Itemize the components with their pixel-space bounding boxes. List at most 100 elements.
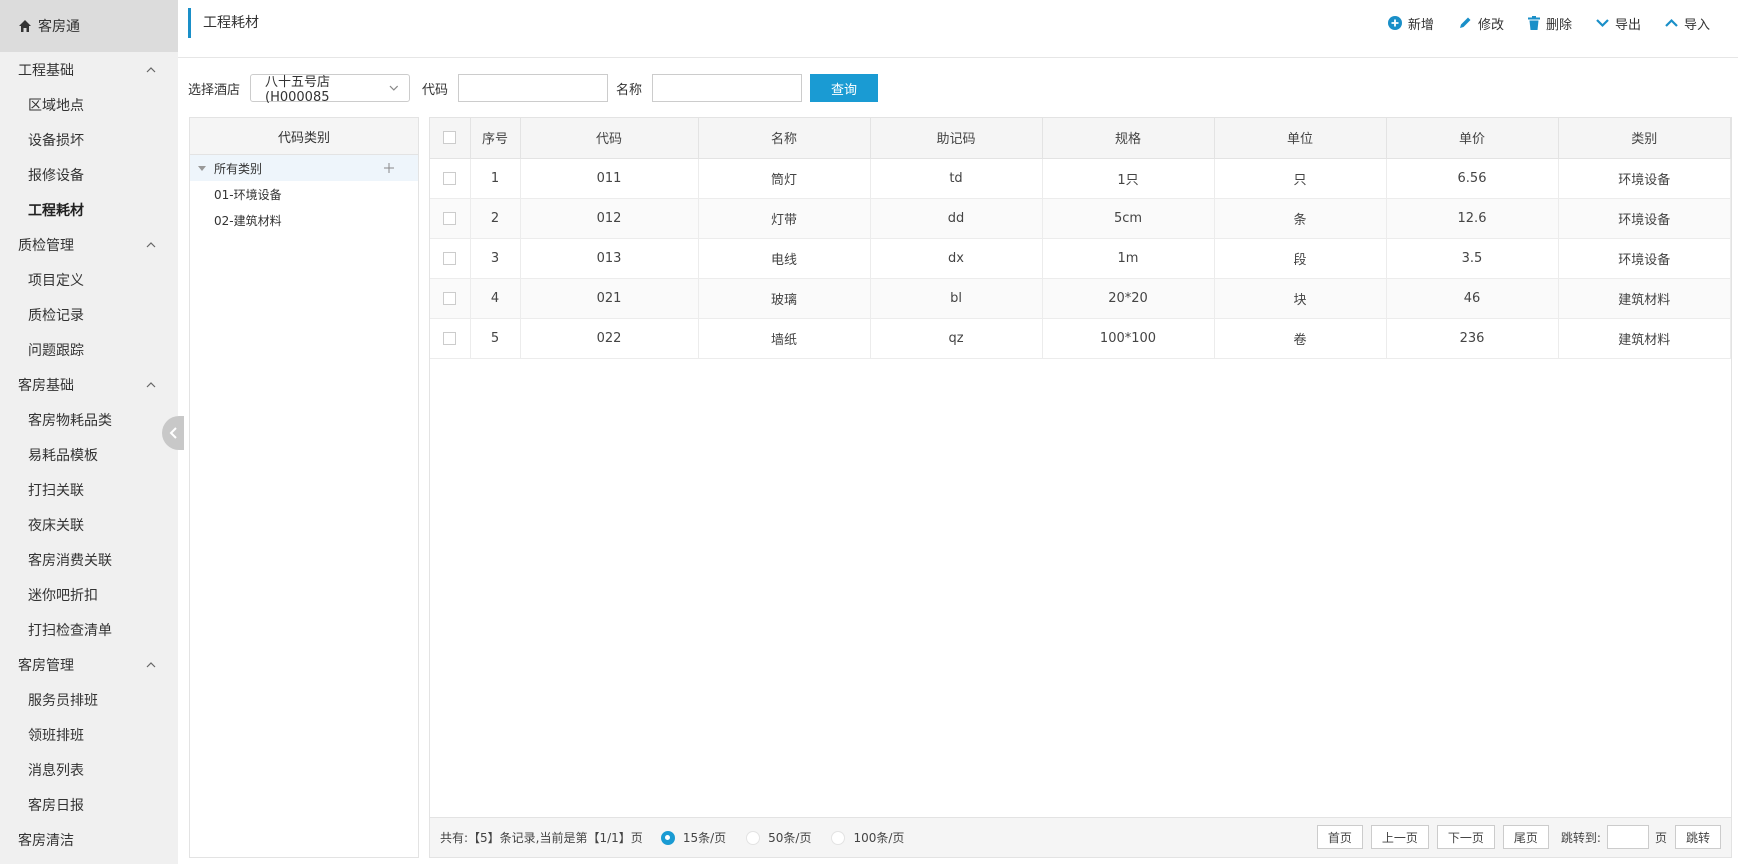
chevron-up-icon[interactable] — [146, 660, 156, 670]
brand[interactable]: 客房通 — [0, 0, 178, 52]
table-cell: 013 — [520, 238, 699, 279]
table-row[interactable]: 4 021 玻璃 bl 20*20 块 46 建筑材料 — [430, 278, 1731, 319]
table-row[interactable]: 3 013 电线 dx 1m 段 3.5 环境设备 — [430, 238, 1731, 279]
page-size-label: 15条/页 — [682, 831, 727, 845]
select-all-checkbox[interactable] — [443, 131, 457, 145]
edit-label: 修改 — [1477, 17, 1504, 33]
last-page-button[interactable]: 尾页 — [1502, 825, 1549, 849]
table-cell: 墙纸 — [698, 318, 871, 359]
sidebar-item[interactable]: 客房日报 — [0, 787, 178, 822]
sidebar-item[interactable]: 质检记录 — [0, 297, 178, 332]
sidebar-item[interactable]: 区域地点 — [0, 87, 178, 122]
tree-node[interactable]: 01-环境设备 — [190, 181, 418, 207]
column-header[interactable]: 规格 — [1042, 118, 1215, 159]
row-checkbox[interactable] — [443, 331, 457, 345]
sidebar-item[interactable]: 打扫关联 — [0, 472, 178, 507]
row-select-cell[interactable] — [430, 158, 471, 199]
hotel-select[interactable]: 八十五号店(H000085 — [250, 74, 411, 105]
pagination-bar: 共有:【5】条记录,当前是第【1/1】页 15条/页 50条/页 100条/页 首页… — [430, 817, 1731, 857]
row-select-cell[interactable] — [430, 278, 471, 319]
chevron-up-icon[interactable] — [146, 65, 156, 75]
table-row[interactable]: 1 011 筒灯 td 1只只 6.56 环境设备 — [430, 158, 1731, 199]
row-select-cell[interactable] — [430, 318, 471, 359]
row-checkbox[interactable] — [443, 291, 457, 305]
query-button[interactable]: 查询 — [810, 74, 879, 102]
column-header[interactable]: 名称 — [698, 118, 871, 159]
sidebar-item[interactable]: 设备损坏 — [0, 122, 178, 157]
sidebar-item[interactable]: 工程耗材 — [0, 192, 178, 227]
row-select-cell[interactable] — [430, 238, 471, 279]
radio-dot[interactable] — [831, 830, 846, 845]
home-icon — [19, 20, 31, 32]
table-cell: 12.6 — [1386, 198, 1559, 239]
caret-down-icon[interactable] — [198, 165, 206, 171]
table-cell: dd — [870, 198, 1043, 239]
next-page-button[interactable]: 下一页 — [1436, 825, 1495, 849]
name-input[interactable] — [652, 74, 803, 102]
sidebar-group[interactable]: 质检管理 — [0, 227, 178, 262]
sidebar-item[interactable]: 领班排班 — [0, 717, 178, 752]
column-header[interactable]: 单位 — [1214, 118, 1387, 159]
sidebar-item[interactable]: 客房消费关联 — [0, 542, 178, 577]
jump-page-input[interactable] — [1606, 825, 1649, 849]
tree-node-root[interactable]: 所有类别 — [190, 155, 418, 181]
edit-button[interactable]: 修改 — [1458, 10, 1504, 36]
sidebar-group[interactable]: 客房基础 — [0, 367, 178, 402]
tree-root-label: 所有类别 — [214, 161, 263, 176]
row-checkbox[interactable] — [443, 171, 457, 185]
export-label: 导出 — [1614, 17, 1641, 33]
sidebar-item[interactable]: 夜床关联 — [0, 507, 178, 542]
sidebar-item[interactable]: 迷你吧折扣 — [0, 577, 178, 612]
page-size-label: 50条/页 — [768, 831, 812, 845]
table-cell: 4 — [470, 278, 521, 319]
add-button[interactable]: 新增 — [1387, 10, 1434, 36]
column-header[interactable]: 序号 — [470, 118, 521, 159]
brand-label: 客房通 — [38, 19, 80, 35]
table-cell: 玻璃 — [698, 278, 871, 319]
import-button[interactable]: 导入 — [1665, 10, 1710, 36]
tree-node[interactable]: 02-建筑材料 — [190, 207, 418, 233]
data-table: 序号 代码 名称 助记码 规格 单位 单价 类别 1 011 筒灯 td 1只只 6.56 环境设备 2 01… — [430, 118, 1731, 359]
sidebar-group-label: 客房清洁 — [18, 832, 74, 849]
sidebar-item[interactable]: 问题跟踪 — [0, 332, 178, 367]
prev-page-button[interactable]: 上一页 — [1370, 825, 1429, 849]
sidebar-group[interactable]: 客房清洁 — [0, 822, 178, 857]
page-size-radio[interactable]: 100条/页 — [831, 829, 904, 846]
page-size-radio[interactable]: 50条/页 — [746, 829, 811, 846]
code-input[interactable] — [458, 74, 609, 102]
sidebar-item[interactable]: 打扫检查清单 — [0, 612, 178, 647]
sidebar-item[interactable]: 项目定义 — [0, 262, 178, 297]
column-header[interactable]: 单价 — [1386, 118, 1559, 159]
sidebar-group[interactable]: 客房管理 — [0, 647, 178, 682]
table-cell: 建筑材料 — [1558, 278, 1731, 319]
select-all-cell[interactable] — [430, 118, 471, 159]
chevron-up-icon[interactable] — [146, 380, 156, 390]
table-row[interactable]: 5 022 墙纸 qz 100*100 卷 236 建筑材料 — [430, 318, 1731, 359]
delete-button[interactable]: 删除 — [1527, 10, 1572, 36]
jump-button[interactable]: 跳转 — [1674, 825, 1721, 849]
sidebar-item[interactable]: 消息列表 — [0, 752, 178, 787]
radio-dot[interactable] — [660, 830, 675, 845]
table-cell: 块 — [1214, 278, 1387, 319]
sidebar-item[interactable]: 服务员排班 — [0, 682, 178, 717]
column-header[interactable]: 助记码 — [870, 118, 1043, 159]
radio-dot[interactable] — [746, 830, 761, 845]
first-page-button[interactable]: 首页 — [1316, 825, 1363, 849]
row-checkbox[interactable] — [443, 251, 457, 265]
row-checkbox[interactable] — [443, 211, 457, 225]
sidebar-item[interactable]: 报修设备 — [0, 157, 178, 192]
export-button[interactable]: 导出 — [1596, 10, 1641, 36]
data-grid: 序号 代码 名称 助记码 规格 单位 单价 类别 1 011 筒灯 td 1只只 6.56 环境设备 2 01… — [429, 117, 1732, 858]
sidebar-item[interactable]: 客房物耗品类 — [0, 402, 178, 437]
filter-bar: 选择酒店 八十五号店(H000085 代码 名称 查询 — [188, 74, 879, 105]
row-select-cell[interactable] — [430, 198, 471, 239]
sidebar-group[interactable]: 工程基础 — [0, 52, 178, 87]
chevron-up-icon[interactable] — [146, 240, 156, 250]
column-header[interactable]: 代码 — [520, 118, 699, 159]
table-row[interactable]: 2 012 灯带 dd 5cm 条 12.6 环境设备 — [430, 198, 1731, 239]
column-header[interactable]: 类别 — [1558, 118, 1731, 159]
delete-label: 删除 — [1545, 17, 1572, 33]
page-size-radio[interactable]: 15条/页 — [660, 829, 727, 846]
sidebar-item[interactable]: 易耗品模板 — [0, 437, 178, 472]
plus-icon[interactable] — [384, 163, 394, 173]
